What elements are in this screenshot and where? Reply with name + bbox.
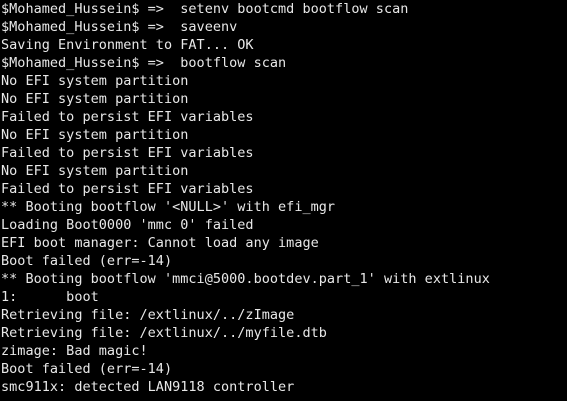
terminal-line: ** Booting bootflow 'mmci@5000.bootdev.p… — [1, 271, 490, 287]
terminal-line: Boot failed (err=-14) — [1, 253, 173, 269]
terminal-line: Failed to persist EFI variables — [1, 181, 254, 197]
terminal-line: Failed to persist EFI variables — [1, 109, 254, 125]
terminal-window[interactable]: $Mohamed_Hussein$ => setenv bootcmd boot… — [0, 0, 567, 401]
terminal-line: smc911x: detected LAN9118 controller — [1, 379, 295, 395]
terminal-line: No EFI system partition — [1, 127, 189, 143]
terminal-line: Saving Environment to FAT... OK — [1, 37, 254, 53]
terminal-line-command-bootflow: $Mohamed_Hussein$ => bootflow scan — [1, 55, 287, 71]
terminal-line: Loading Boot0000 'mmc 0' failed — [1, 217, 254, 233]
terminal-line: 1: boot — [1, 289, 99, 305]
terminal-line: zimage: Bad magic! — [1, 343, 148, 359]
terminal-line: Failed to persist EFI variables — [1, 145, 254, 161]
terminal-line: Retrieving file: /extlinux/../myfile.dtb — [1, 325, 327, 341]
terminal-line: No EFI system partition — [1, 91, 189, 107]
terminal-line: ** Booting bootflow '<NULL>' with efi_mg… — [1, 199, 336, 215]
terminal-line: No EFI system partition — [1, 73, 189, 89]
terminal-line: EFI boot manager: Cannot load any image — [1, 235, 319, 251]
terminal-line-command-saveenv: $Mohamed_Hussein$ => saveenv — [1, 19, 238, 35]
terminal-line-command-setenv: $Mohamed_Hussein$ => setenv bootcmd boot… — [1, 1, 409, 17]
terminal-line: No EFI system partition — [1, 163, 189, 179]
terminal-line: Retrieving file: /extlinux/../zImage — [1, 307, 295, 323]
terminal-line: Boot failed (err=-14) — [1, 361, 173, 377]
terminal-output: $Mohamed_Hussein$ => setenv bootcmd boot… — [1, 0, 490, 396]
